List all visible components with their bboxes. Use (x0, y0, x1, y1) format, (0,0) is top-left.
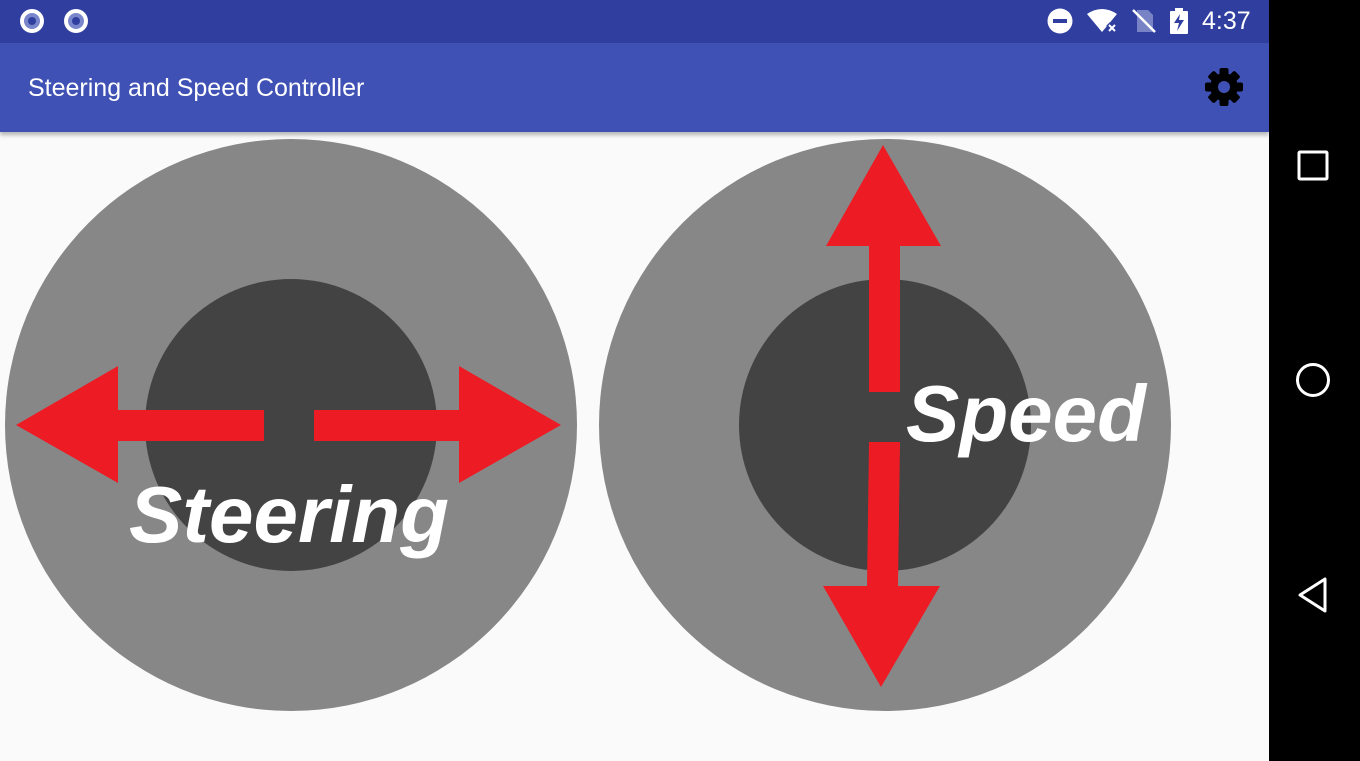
navigation-bar (1269, 0, 1360, 761)
steering-label: Steering (129, 470, 449, 559)
steering-joystick[interactable]: Steering (5, 139, 577, 711)
joystick-canvas: Steering Speed (5, 139, 1171, 711)
speed-label: Speed (906, 369, 1148, 458)
status-bar: 4:37 (0, 0, 1269, 43)
gear-icon (1205, 68, 1243, 106)
settings-button[interactable] (1199, 62, 1249, 112)
battery-charging-icon (1170, 8, 1188, 34)
app-bar: Steering and Speed Controller (0, 43, 1269, 132)
wifi-no-internet-icon (1087, 9, 1118, 34)
notification-dot-icon (20, 9, 44, 33)
speed-joystick[interactable]: Speed (599, 139, 1171, 711)
recents-icon (1297, 150, 1329, 181)
notification-dot-icon (64, 9, 88, 33)
do-not-disturb-icon (1047, 8, 1073, 34)
back-icon (1298, 577, 1327, 613)
recents-button[interactable] (1289, 140, 1339, 190)
app-title: Steering and Speed Controller (28, 74, 365, 102)
controller-area: Steering Speed (0, 132, 1269, 761)
home-button[interactable] (1289, 355, 1339, 405)
status-clock: 4:37 (1202, 7, 1251, 35)
no-sim-icon (1132, 9, 1156, 33)
home-icon (1296, 363, 1330, 397)
back-button[interactable] (1289, 570, 1339, 620)
